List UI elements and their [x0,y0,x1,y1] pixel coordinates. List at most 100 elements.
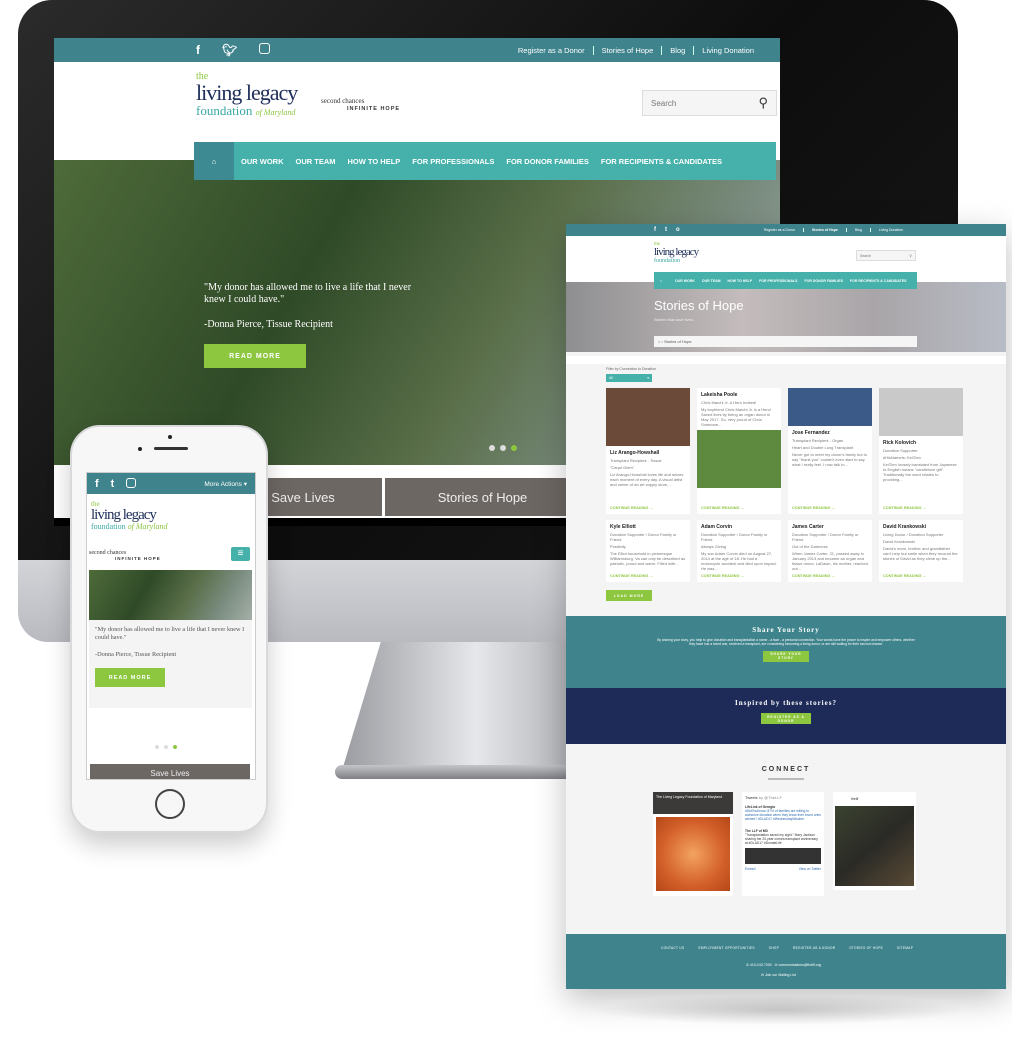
top-link-register[interactable]: Register as a Donor [756,228,803,232]
nav-for-professionals[interactable]: FOR PROFESSIONALS [759,279,797,283]
nav-how-to-help[interactable]: HOW TO HELP [728,279,753,283]
mobile-site: ft More Actions ▾ the living legacy founda… [86,472,256,780]
story-role: Donation Supporter [883,448,918,453]
story-card[interactable]: Kyle Elliott Donation Supporter / Donor F… [606,520,690,582]
slide-dot-2[interactable] [164,745,168,749]
twitter-widget[interactable]: Tweets by @TheLLF LifeLink of Georgia #D… [742,792,824,896]
story-card[interactable]: Adam Corvin Donation Supporter / Donor Fa… [697,520,781,582]
story-card[interactable]: Jose Fernandez Transplant Recipient - Org… [788,388,872,514]
filter-select[interactable]: All ▾ [606,374,652,382]
slide-dot-2[interactable] [500,445,506,451]
story-photo [697,430,781,488]
nav-our-work[interactable]: OUR WORK [675,279,695,283]
view-on-twitter-link[interactable]: View on Twitter [799,867,821,871]
twitter-icon[interactable]: 🐦︎ [222,43,237,57]
share-your-story-button[interactable]: SHARE YOUR STORY [763,650,809,662]
story-role: Donation Supporter / Donor Family or Fri… [792,532,859,542]
connect-section: CONNECT The Living Legacy Foundation of … [566,744,1006,934]
continue-reading-link[interactable]: CONTINUE READING → [792,506,835,510]
top-link-stories[interactable]: Stories of Hope [592,45,662,55]
mailing-list-link[interactable]: Join our Mailing List [765,973,796,977]
nav-for-professionals[interactable]: FOR PROFESSIONALS [412,157,494,166]
instagram-icon[interactable]: o [676,227,680,233]
story-card[interactable]: Rick Kolovich Donation Supporter #HisNameI… [879,388,963,514]
read-more-button[interactable]: READ MORE [204,344,306,368]
logo[interactable]: the living legacy foundation [654,242,699,264]
facebook-icon[interactable]: f [654,227,656,233]
nav-for-donor-families[interactable]: FOR DONOR FAMILIES [506,157,589,166]
nav-our-team[interactable]: OUR TEAM [296,157,336,166]
continue-reading-link[interactable]: CONTINUE READING → [792,574,835,578]
footer-link-employment[interactable]: EMPLOYMENT OPPORTUNITIES [698,946,754,950]
nav-for-recipients[interactable]: FOR RECIPIENTS & CANDIDATES [601,157,722,166]
continue-reading-link[interactable]: CONTINUE READING → [610,506,653,510]
facebook-icon[interactable]: f [196,43,200,57]
facebook-icon[interactable]: f [95,478,99,490]
top-link-register[interactable]: Register as a Donor [510,46,593,55]
slide-dot-1[interactable] [489,445,495,451]
instagram-icon[interactable] [259,43,271,54]
nav-for-recipients[interactable]: FOR RECIPIENTS & CANDIDATES [850,279,907,283]
footer-link-stories[interactable]: STORIES OF HOPE [849,946,883,950]
nav-our-team[interactable]: OUR TEAM [702,279,721,283]
logo[interactable]: the living legacy foundation of Maryland [91,501,167,531]
top-link-living-donation[interactable]: Living Donation [869,228,911,232]
home-icon[interactable]: ⌂ [654,272,668,289]
search-input[interactable]: Search ⚲ [856,250,916,261]
search-icon[interactable]: ⚲ [909,254,912,258]
instagram-icon[interactable] [126,477,137,488]
story-title: #HisNameIs: Kei'Den [883,455,921,460]
register-donor-button[interactable]: REGISTER AS A DONOR [761,713,811,724]
continue-reading-link[interactable]: CONTINUE READING → [883,506,926,510]
nav-for-donor-families[interactable]: FOR DONOR FAMILIES [804,279,843,283]
slide-dot-3[interactable] [173,745,177,749]
footer-link-contact[interactable]: CONTACT US [661,946,684,950]
story-excerpt: My son Adam Corvin died on August 27, 20… [701,551,777,571]
tab-save-lives[interactable]: Save Lives [90,764,250,779]
more-actions-menu[interactable]: More Actions ▾ [204,480,247,488]
nav-our-work[interactable]: OUR WORK [241,157,284,166]
inspired-section: Inspired by these stories? REGISTER AS A… [566,688,1006,744]
load-more-button[interactable]: LOAD MORE [606,590,652,601]
twitter-icon[interactable]: t [111,478,115,490]
continue-reading-link[interactable]: CONTINUE READING → [701,506,744,510]
home-button[interactable] [155,789,185,819]
embed-link[interactable]: Embed [745,867,755,871]
home-icon[interactable]: ⌂ [194,142,234,180]
story-card[interactable]: Liz Arango-Howshall Transplant Recipient … [606,388,690,514]
story-card[interactable]: David Krankowski Living Donor / Donation … [879,520,963,582]
instagram-widget[interactable]: thellf [833,792,916,890]
footer-link-shop[interactable]: SHOP [769,946,779,950]
footer-link-register[interactable]: REGISTER AS A DONOR [793,946,835,950]
story-title: Chris Marchi Jr. A Hero Indeed! [701,400,757,405]
facebook-widget[interactable]: The Living Legacy Foundation of Maryland [653,792,733,896]
shadow [590,995,970,1025]
hamburger-menu-icon[interactable]: ≡ [231,547,250,561]
nav-how-to-help[interactable]: HOW TO HELP [348,157,401,166]
continue-reading-link[interactable]: CONTINUE READING → [610,574,653,578]
top-link-blog[interactable]: Blog [661,45,693,55]
top-link-living-donation[interactable]: Living Donation [693,45,762,55]
slide-dot-3[interactable] [511,445,517,451]
breadcrumb-current[interactable]: Stories of Hope [664,339,692,344]
continue-reading-link[interactable]: CONTINUE READING → [883,574,926,578]
top-link-blog[interactable]: Blog [845,228,870,232]
read-more-button[interactable]: READ MORE [95,668,165,687]
footer-link-sitemap[interactable]: SITEMAP [897,946,913,950]
story-title: Positivity [610,544,626,549]
tab-stories-of-hope[interactable]: Stories of Hope [385,478,580,516]
twitter-icon[interactable]: t [665,227,667,233]
story-name: Jose Fernandez [792,430,830,436]
logo[interactable]: the living legacy foundation of Maryland [196,72,298,118]
continue-reading-link[interactable]: CONTINUE READING → [701,574,744,578]
footer-email[interactable]: communications@thellf.org [779,963,821,967]
top-link-stories[interactable]: Stories of Hope [802,228,846,232]
search-input[interactable]: Search ⚲ [642,90,777,116]
mail-icon: ✉ [761,973,764,977]
slider-dots [155,745,177,749]
story-card[interactable]: James Carter Donation Supporter / Donor F… [788,520,872,582]
footer-phone[interactable]: 410-242-7000 [750,963,772,967]
search-icon[interactable]: ⚲ [758,95,768,111]
slide-dot-1[interactable] [155,745,159,749]
story-card[interactable]: Lakeisha Poole Chris Marchi Jr. A Hero In… [697,388,781,514]
